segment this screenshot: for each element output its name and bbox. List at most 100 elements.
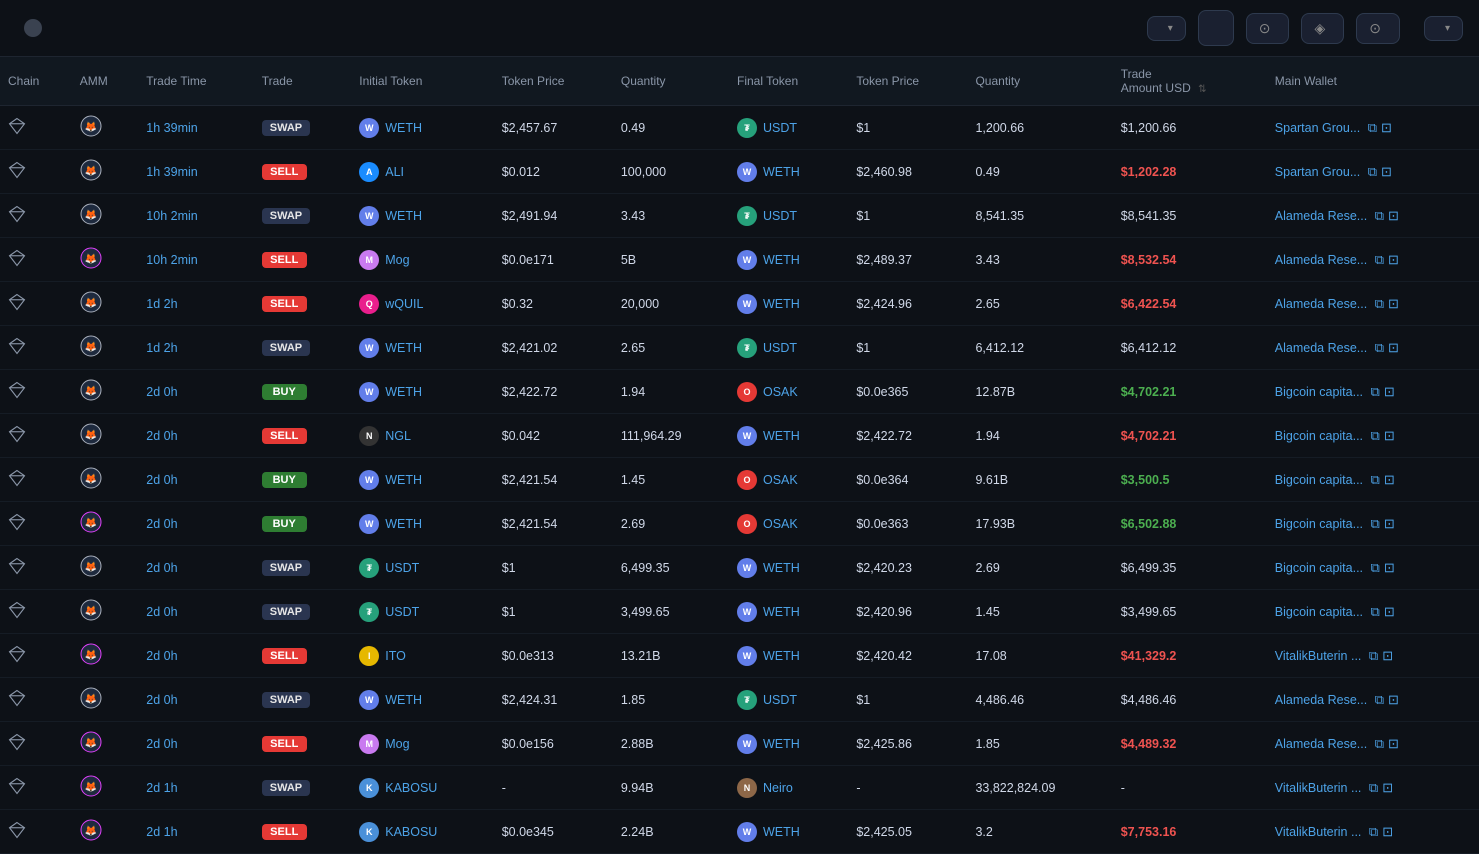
initial-token-name[interactable]: wQUIL xyxy=(385,297,423,311)
wallet-copy-icon[interactable]: ⊡ xyxy=(1388,296,1399,312)
wallet-name[interactable]: Bigcoin capita... xyxy=(1275,517,1363,531)
cell-trade-time[interactable]: 2d 0h xyxy=(138,458,253,502)
initial-token-name[interactable]: ALI xyxy=(385,165,404,179)
trade-time-value[interactable]: 2d 1h xyxy=(146,825,177,839)
trade-time-value[interactable]: 1d 2h xyxy=(146,297,177,311)
wallet-external-link-icon[interactable]: ⧉ xyxy=(1371,472,1380,488)
wallet-copy-icon[interactable]: ⊡ xyxy=(1384,604,1395,620)
initial-token-name[interactable]: WETH xyxy=(385,209,422,223)
initial-token-name[interactable]: USDT xyxy=(385,605,419,619)
final-token-name[interactable]: WETH xyxy=(763,297,800,311)
initial-token-name[interactable]: NGL xyxy=(385,429,411,443)
wallet-name[interactable]: VitalikButerin ... xyxy=(1275,825,1362,839)
final-token-name[interactable]: OSAK xyxy=(763,517,798,531)
cell-trade-time[interactable]: 2d 0h xyxy=(138,722,253,766)
trade-time-value[interactable]: 2d 0h xyxy=(146,473,177,487)
col-trade-amount[interactable]: TradeAmount USD ⇅ xyxy=(1113,57,1267,106)
trade-time-value[interactable]: 2d 0h xyxy=(146,385,177,399)
cell-trade-time[interactable]: 10h 2min xyxy=(138,238,253,282)
wallet-external-link-icon[interactable]: ⧉ xyxy=(1375,296,1384,312)
trade-time-value[interactable]: 10h 2min xyxy=(146,253,197,267)
filter-dropdown[interactable]: ▾ xyxy=(1147,16,1186,41)
trade-time-value[interactable]: 2d 1h xyxy=(146,781,177,795)
wallet-external-link-icon[interactable]: ⧉ xyxy=(1375,252,1384,268)
help-icon[interactable] xyxy=(24,19,42,37)
wallet-name[interactable]: Alameda Rese... xyxy=(1275,341,1367,355)
final-token-name[interactable]: USDT xyxy=(763,121,797,135)
initial-token-name[interactable]: WETH xyxy=(385,121,422,135)
wallet-external-link-icon[interactable]: ⧉ xyxy=(1375,340,1384,356)
trade-time-value[interactable]: 2d 0h xyxy=(146,561,177,575)
trade-time-value[interactable]: 2d 0h xyxy=(146,605,177,619)
trade-time-value[interactable]: 1d 2h xyxy=(146,341,177,355)
wallet-external-link-icon[interactable]: ⧉ xyxy=(1375,208,1384,224)
wallet-copy-icon[interactable]: ⊡ xyxy=(1381,120,1392,136)
cell-trade-time[interactable]: 2d 0h xyxy=(138,678,253,722)
wallet-name[interactable]: Bigcoin capita... xyxy=(1275,561,1363,575)
wallet-name[interactable]: Alameda Rese... xyxy=(1275,253,1367,267)
wallet-name[interactable]: Alameda Rese... xyxy=(1275,297,1367,311)
final-token-name[interactable]: WETH xyxy=(763,825,800,839)
wallet-copy-icon[interactable]: ⊡ xyxy=(1388,692,1399,708)
wallet-copy-icon[interactable]: ⊡ xyxy=(1388,340,1399,356)
wallet-copy-icon[interactable]: ⊡ xyxy=(1384,560,1395,576)
trade-time-value[interactable]: 2d 0h xyxy=(146,429,177,443)
rows-dropdown[interactable]: ▾ xyxy=(1424,16,1463,41)
final-token-name[interactable]: OSAK xyxy=(763,385,798,399)
wallet-name[interactable]: Spartan Grou... xyxy=(1275,165,1360,179)
wallet-external-link-icon[interactable]: ⧉ xyxy=(1371,604,1380,620)
refresh-button[interactable] xyxy=(1198,10,1234,46)
cell-trade-time[interactable]: 2d 1h xyxy=(138,810,253,854)
wallet-copy-icon[interactable]: ⊡ xyxy=(1384,516,1395,532)
wallet-name[interactable]: VitalikButerin ... xyxy=(1275,781,1362,795)
wallet-external-link-icon[interactable]: ⧉ xyxy=(1371,516,1380,532)
wallet-copy-icon[interactable]: ⊡ xyxy=(1388,736,1399,752)
trade-time-value[interactable]: 2d 0h xyxy=(146,649,177,663)
wallet-external-link-icon[interactable]: ⧉ xyxy=(1375,736,1384,752)
wallet-external-link-icon[interactable]: ⧉ xyxy=(1368,120,1377,136)
wallet-copy-icon[interactable]: ⊡ xyxy=(1381,164,1392,180)
wallet-name[interactable]: Bigcoin capita... xyxy=(1275,429,1363,443)
final-token-name[interactable]: WETH xyxy=(763,429,800,443)
final-token-name[interactable]: USDT xyxy=(763,209,797,223)
trade-time-value[interactable]: 10h 2min xyxy=(146,209,197,223)
wallet-external-link-icon[interactable]: ⧉ xyxy=(1368,164,1377,180)
trade-time-value[interactable]: 1h 39min xyxy=(146,165,197,179)
initial-token-name[interactable]: KABOSU xyxy=(385,781,437,795)
wallet-name[interactable]: Bigcoin capita... xyxy=(1275,385,1363,399)
cell-trade-time[interactable]: 2d 0h xyxy=(138,590,253,634)
wallet-external-link-icon[interactable]: ⧉ xyxy=(1371,428,1380,444)
wallet-copy-icon[interactable]: ⊡ xyxy=(1382,648,1393,664)
cell-trade-time[interactable]: 2d 0h xyxy=(138,414,253,458)
final-token-name[interactable]: WETH xyxy=(763,605,800,619)
wallet-name[interactable]: Alameda Rese... xyxy=(1275,209,1367,223)
cell-trade-time[interactable]: 10h 2min xyxy=(138,194,253,238)
final-token-name[interactable]: WETH xyxy=(763,649,800,663)
cell-trade-time[interactable]: 2d 0h xyxy=(138,546,253,590)
cell-trade-time[interactable]: 1h 39min xyxy=(138,106,253,150)
trade-time-value[interactable]: 2d 0h xyxy=(146,737,177,751)
final-token-name[interactable]: WETH xyxy=(763,561,800,575)
wallet-external-link-icon[interactable]: ⧉ xyxy=(1371,384,1380,400)
trade-time-value[interactable]: 2d 0h xyxy=(146,517,177,531)
final-token-name[interactable]: OSAK xyxy=(763,473,798,487)
wallet-external-link-icon[interactable]: ⧉ xyxy=(1375,692,1384,708)
initial-token-name[interactable]: Mog xyxy=(385,737,409,751)
final-token-name[interactable]: WETH xyxy=(763,253,800,267)
wallet-name[interactable]: Bigcoin capita... xyxy=(1275,605,1363,619)
trade-time-value[interactable]: 1h 39min xyxy=(146,121,197,135)
wallet-name[interactable]: Spartan Grou... xyxy=(1275,121,1360,135)
initial-token-name[interactable]: WETH xyxy=(385,473,422,487)
initial-token-name[interactable]: KABOSU xyxy=(385,825,437,839)
wallet-name[interactable]: Alameda Rese... xyxy=(1275,737,1367,751)
wallet-name[interactable]: Bigcoin capita... xyxy=(1275,473,1363,487)
initial-token-name[interactable]: Mog xyxy=(385,253,409,267)
wallet-copy-icon[interactable]: ⊡ xyxy=(1384,472,1395,488)
wallet-copy-icon[interactable]: ⊡ xyxy=(1384,428,1395,444)
cell-trade-time[interactable]: 2d 0h xyxy=(138,370,253,414)
final-token-name[interactable]: WETH xyxy=(763,165,800,179)
cell-trade-time[interactable]: 1d 2h xyxy=(138,326,253,370)
initial-token-name[interactable]: ITO xyxy=(385,649,406,663)
initial-token-name[interactable]: WETH xyxy=(385,517,422,531)
wallet-copy-icon[interactable]: ⊡ xyxy=(1388,208,1399,224)
